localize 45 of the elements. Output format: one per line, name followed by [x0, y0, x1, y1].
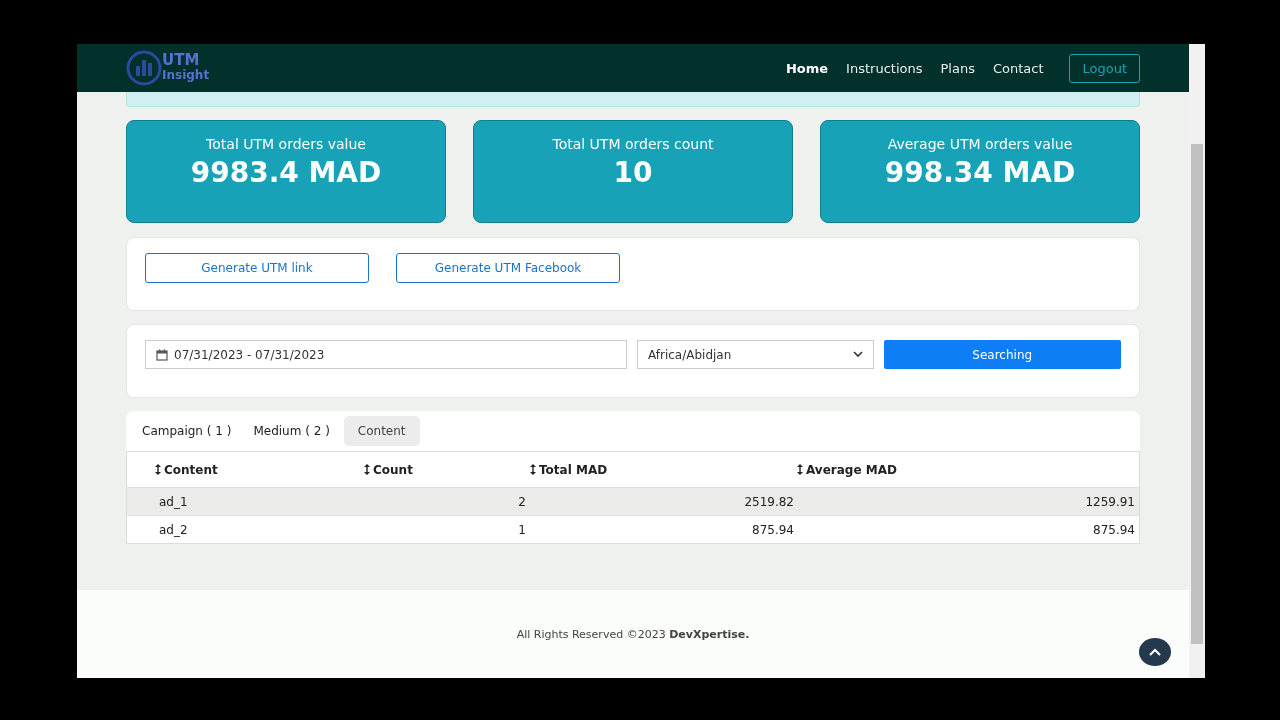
tab[interactable]: Content	[343, 416, 420, 446]
tab[interactable]: Medium ( 2 )	[245, 418, 338, 444]
scroll-top-button[interactable]	[1139, 638, 1171, 666]
stat-value: 9983.4 MAD	[190, 156, 382, 189]
generate-button[interactable]: Generate UTM Facebook	[396, 253, 620, 283]
table-cell-text: 1	[517, 522, 526, 537]
column-header[interactable]: Content	[127, 462, 360, 477]
footer-text: All Rights Reserved ©2023 DevXpertise.	[516, 627, 750, 641]
nav-link[interactable]: Instructions	[846, 60, 923, 76]
stat-label: Total UTM orders count	[552, 136, 714, 152]
table-row[interactable]: ad_1 2 2519.82 1259.91	[127, 487, 1139, 515]
table-cell-text: 875.94	[1092, 522, 1135, 537]
chevron-down-icon	[852, 351, 863, 358]
nav-link[interactable]: Contact	[992, 60, 1044, 76]
logout-button[interactable]: Logout	[1069, 53, 1140, 83]
chevron-up-icon	[1149, 648, 1161, 656]
calendar-icon	[156, 348, 168, 361]
logo-text: Insight	[162, 68, 210, 83]
timezone-select[interactable]: Africa/Abidjan	[637, 340, 874, 369]
table-cell-text: ad_2	[158, 522, 189, 537]
table-cell-text: ad_1	[158, 494, 189, 509]
column-header[interactable]: Total MAD	[526, 462, 794, 477]
nav-link[interactable]: Home	[785, 60, 829, 76]
sort-icon	[364, 464, 370, 475]
search-button[interactable]: Searching	[883, 340, 1121, 369]
stat-value: 998.34 MAD	[884, 156, 1076, 189]
scrollbar[interactable]	[1189, 44, 1205, 678]
date-range-field[interactable]: 07/31/2023 - 07/31/2023	[145, 340, 627, 369]
column-header[interactable]: Average MAD	[794, 462, 897, 477]
table-row[interactable]: ad_2 1 875.94 875.94	[127, 515, 1139, 543]
generate-button[interactable]: Generate UTM link	[145, 253, 369, 283]
table-cell-text: 2	[517, 494, 526, 509]
logo-text: UTM	[162, 53, 201, 68]
sort-icon	[155, 464, 161, 475]
stat-value: 10	[613, 156, 653, 189]
tab[interactable]: Campaign ( 1 )	[134, 418, 240, 444]
nav-link[interactable]: Plans	[940, 60, 975, 76]
sort-icon	[530, 464, 536, 475]
column-header[interactable]: Count	[360, 462, 526, 477]
table-cell-text: 2519.82	[743, 494, 794, 509]
table-cell-text: 1259.91	[1084, 494, 1135, 509]
table-cell-text: 875.94	[751, 522, 794, 537]
sort-icon	[797, 464, 803, 475]
stat-label: Total UTM orders value	[206, 136, 366, 152]
stat-label: Average UTM orders value	[887, 136, 1073, 152]
